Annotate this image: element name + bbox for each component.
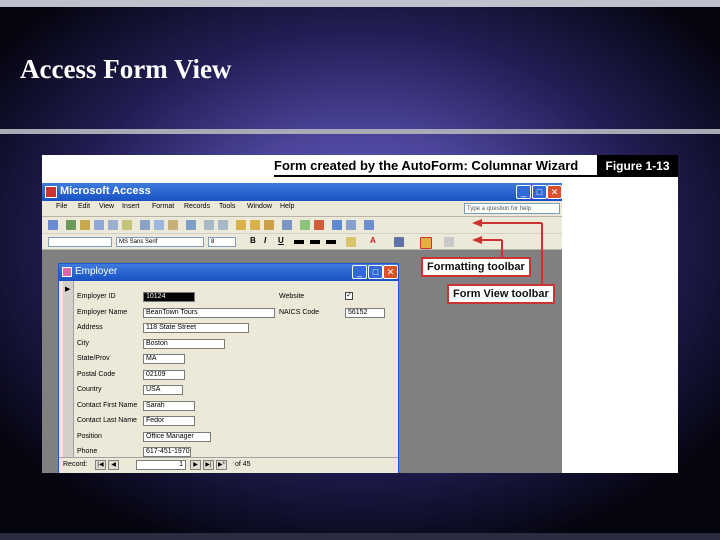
figure-panel: Form created by the AutoForm: Columnar W… [42,155,678,473]
top-border [0,0,720,7]
bottom-border [0,533,720,540]
form-view-toolbar-callout: Form View toolbar [447,284,555,304]
callout-arrows [465,219,543,287]
slide-title: Access Form View [20,54,232,84]
title-divider [0,129,720,134]
formatting-toolbar-callout: Formatting toolbar [421,257,531,277]
